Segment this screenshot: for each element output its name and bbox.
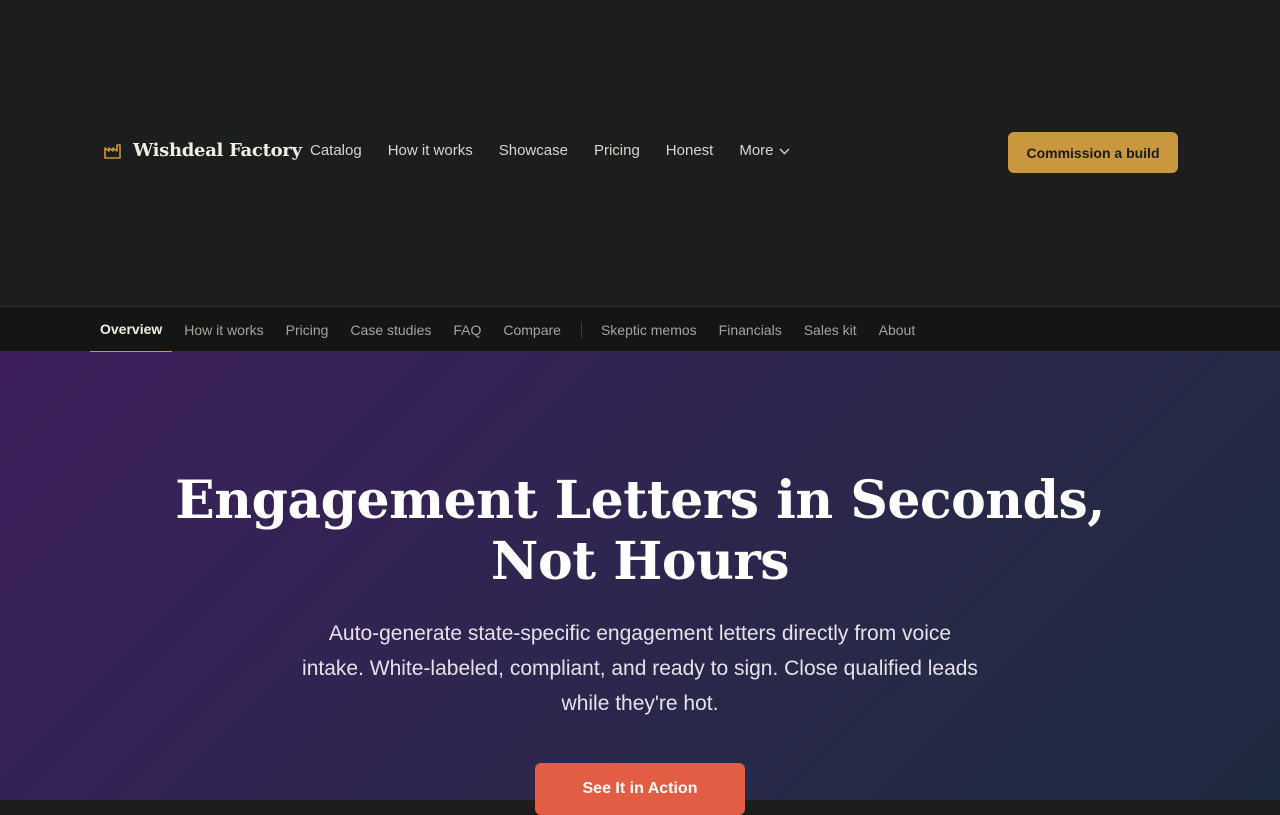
sub-nav: Overview How it works Pricing Case studi… bbox=[0, 306, 1280, 353]
hero-title: Engagement Letters in Seconds, Not Hours bbox=[175, 470, 1105, 592]
nav-more-label: More bbox=[739, 142, 774, 159]
subnav-faq[interactable]: FAQ bbox=[443, 307, 491, 353]
hero-section: Engagement Letters in Seconds, Not Hours… bbox=[0, 352, 1280, 815]
subnav-skeptic-memos[interactable]: Skeptic memos bbox=[591, 307, 707, 353]
subnav-financials[interactable]: Financials bbox=[709, 307, 792, 353]
nav-catalog[interactable]: Catalog bbox=[310, 142, 362, 159]
nav-pricing[interactable]: Pricing bbox=[594, 142, 640, 159]
nav-more-dropdown[interactable]: More bbox=[739, 142, 790, 159]
nav-honest[interactable]: Honest bbox=[666, 142, 714, 159]
nav-showcase[interactable]: Showcase bbox=[499, 142, 568, 159]
brand-logo[interactable]: Wishdeal Factory bbox=[103, 140, 302, 161]
nav-how-it-works[interactable]: How it works bbox=[388, 142, 473, 159]
brand-name: Wishdeal Factory bbox=[133, 140, 302, 161]
factory-icon bbox=[103, 141, 123, 161]
subnav-overview[interactable]: Overview bbox=[90, 307, 173, 353]
chevron-down-icon bbox=[779, 142, 790, 159]
subnav-divider bbox=[580, 322, 582, 338]
site-header: Wishdeal Factory Catalog How it works Sh… bbox=[0, 0, 1280, 306]
see-it-in-action-button[interactable]: See It in Action bbox=[535, 763, 745, 815]
commission-build-button[interactable]: Commission a build bbox=[1008, 132, 1178, 173]
subnav-compare[interactable]: Compare bbox=[493, 307, 571, 353]
subnav-case-studies[interactable]: Case studies bbox=[340, 307, 441, 353]
subnav-how-it-works[interactable]: How it works bbox=[174, 307, 273, 353]
subnav-sales-kit[interactable]: Sales kit bbox=[794, 307, 867, 353]
subnav-pricing[interactable]: Pricing bbox=[276, 307, 339, 353]
main-nav: Catalog How it works Showcase Pricing Ho… bbox=[310, 142, 790, 159]
hero-subtitle: Auto-generate state-specific engagement … bbox=[302, 622, 978, 715]
subnav-about[interactable]: About bbox=[869, 307, 926, 353]
